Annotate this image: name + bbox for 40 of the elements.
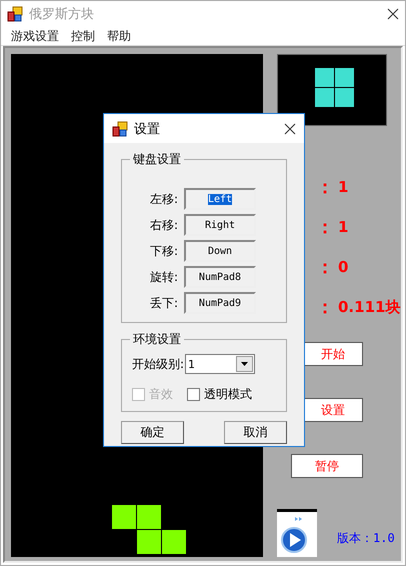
key-field[interactable]: NumPad9 bbox=[184, 292, 256, 314]
dialog-button[interactable]: 确定 bbox=[121, 421, 184, 444]
stat-value: 0 bbox=[338, 258, 348, 276]
key-label: 左移: bbox=[148, 190, 178, 208]
dialog-title: 设置 bbox=[134, 120, 161, 138]
dialog-button[interactable]: 取消 bbox=[224, 421, 287, 444]
stat-value: 0.111块 bbox=[338, 298, 400, 316]
version-label: 版本：1.0 bbox=[337, 530, 395, 547]
key-label: 右移: bbox=[148, 216, 178, 234]
stat-label: ： bbox=[316, 256, 334, 279]
stat-value: 1 bbox=[338, 178, 348, 196]
close-icon[interactable] bbox=[284, 122, 296, 134]
stat-label: ： bbox=[316, 176, 334, 199]
dialog-icon bbox=[112, 120, 128, 136]
key-field[interactable]: Left bbox=[184, 188, 256, 210]
caret-icon bbox=[241, 362, 248, 366]
window-title: 俄罗斯方块 bbox=[29, 6, 95, 24]
group-title: 键盘设置 bbox=[132, 151, 182, 168]
checkbox[interactable]: 透明模式 bbox=[187, 386, 252, 403]
media-play-icon bbox=[277, 509, 317, 557]
key-field[interactable]: Right bbox=[184, 214, 256, 236]
key-label: 下移: bbox=[148, 242, 178, 260]
level-label: 开始级别: bbox=[132, 356, 184, 372]
app-icon bbox=[7, 6, 23, 22]
menu-item[interactable]: 帮助 bbox=[107, 28, 131, 45]
group-title: 环境设置 bbox=[132, 331, 182, 348]
level-dropdown[interactable]: 1 bbox=[185, 354, 256, 374]
game-button[interactable]: 设置 bbox=[303, 398, 363, 422]
key-field[interactable]: Down bbox=[184, 240, 256, 262]
stat-value: 1 bbox=[338, 218, 348, 236]
stat-label: ： bbox=[316, 216, 334, 239]
stat-label: ： bbox=[316, 296, 334, 319]
key-label: 旋转: bbox=[148, 268, 178, 286]
menu-item[interactable]: 控制 bbox=[71, 28, 95, 45]
close-icon[interactable] bbox=[387, 8, 399, 20]
game-button[interactable]: 暂停 bbox=[291, 454, 363, 478]
menu-item[interactable]: 游戏设置 bbox=[11, 28, 59, 45]
game-button[interactable]: 开始 bbox=[303, 342, 363, 366]
key-field[interactable]: NumPad8 bbox=[184, 266, 256, 288]
key-label: 丢下: bbox=[148, 294, 178, 312]
